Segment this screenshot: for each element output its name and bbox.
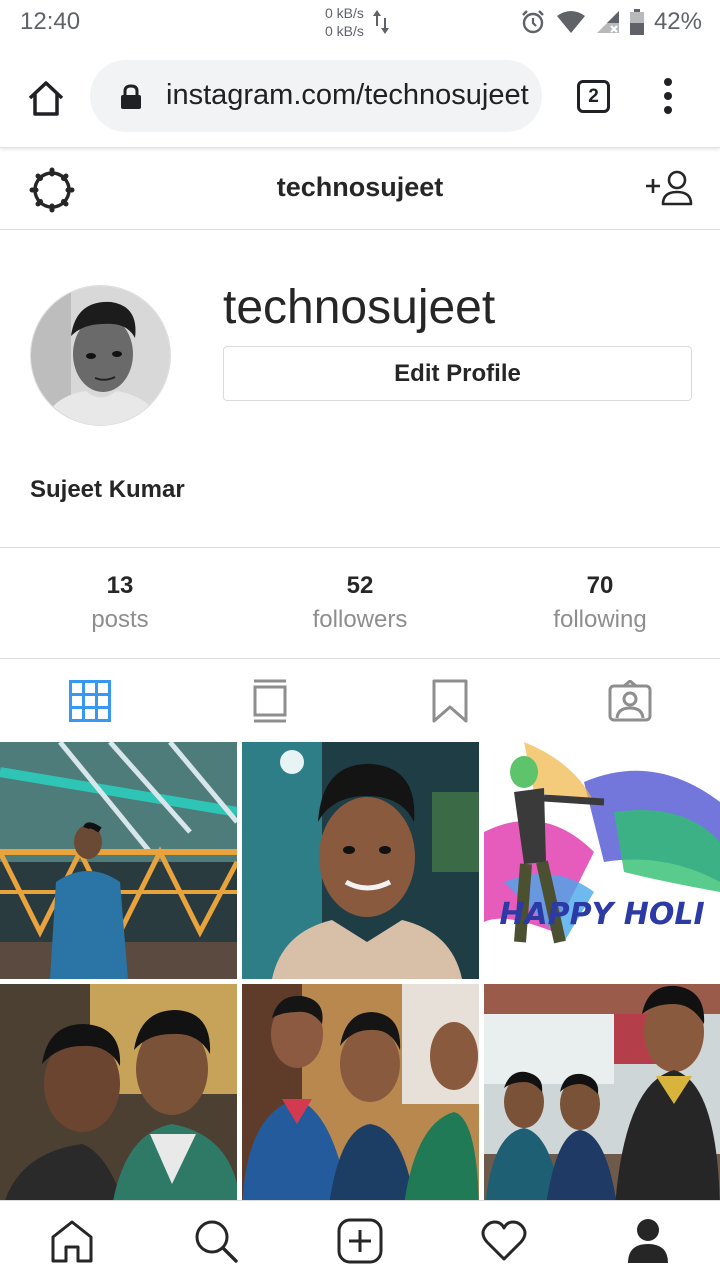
tab-switcher-button[interactable]: 2 — [577, 80, 610, 113]
avatar-photo — [31, 286, 170, 425]
tagged-icon — [608, 680, 652, 722]
grid-icon — [69, 680, 111, 722]
home-icon — [51, 1220, 93, 1262]
post-thumbnail[interactable] — [242, 984, 479, 1221]
profile-icon — [628, 1218, 668, 1263]
status-bar: 12:40 0 kB/s 0 kB/s 42% — [0, 0, 720, 44]
network-speed: 0 kB/s 0 kB/s — [325, 4, 364, 40]
new-post-icon — [337, 1218, 383, 1263]
header-username: technosujeet — [276, 172, 444, 202]
bottom-navigation — [0, 1200, 720, 1280]
followers-label: followers — [312, 606, 408, 633]
profile-full-name: Sujeet Kumar — [30, 476, 185, 503]
avatar[interactable] — [30, 285, 171, 426]
nav-new-post[interactable] — [288, 1201, 432, 1280]
nav-profile[interactable] — [576, 1201, 720, 1280]
tab-grid[interactable] — [0, 660, 180, 742]
battery-icon — [629, 9, 644, 35]
feed-icon — [253, 679, 287, 723]
profile-stats: 13 posts 52 followers 70 following — [0, 547, 720, 659]
profile-header-bar: technosujeet — [0, 150, 720, 230]
status-icons: 42% — [520, 6, 702, 38]
tab-feed[interactable] — [180, 660, 360, 742]
status-time: 12:40 — [20, 8, 81, 35]
following-label: following — [553, 606, 647, 633]
lock-icon — [121, 84, 141, 109]
address-bar[interactable]: instagram.com/technosujeet — [90, 60, 542, 132]
post-thumbnail[interactable] — [484, 984, 720, 1221]
browser-home-icon[interactable] — [24, 76, 68, 120]
posts-stat: 13 posts — [0, 548, 240, 658]
profile-view-tabs — [0, 660, 720, 742]
posts-label: posts — [91, 606, 149, 633]
post-thumbnail[interactable]: HAPPY HOLI — [484, 742, 720, 979]
post-thumbnail[interactable] — [242, 742, 479, 979]
holi-caption-text: HAPPY HOLI — [499, 897, 704, 932]
tab-saved[interactable] — [360, 660, 540, 742]
post-thumbnail[interactable] — [0, 742, 237, 979]
search-icon — [195, 1220, 238, 1263]
data-transfer-icon — [373, 10, 389, 34]
nav-home[interactable] — [0, 1201, 144, 1280]
wifi-icon — [556, 11, 585, 33]
alarm-icon — [522, 10, 544, 34]
posts-count: 13 — [106, 572, 134, 599]
url-text[interactable]: instagram.com/technosujeet — [166, 79, 530, 112]
nav-search[interactable] — [144, 1201, 288, 1280]
browser-toolbar: instagram.com/technosujeet 2 — [0, 44, 720, 148]
nav-activity[interactable] — [432, 1201, 576, 1280]
activity-heart-icon — [481, 1220, 527, 1260]
followers-stat[interactable]: 52 followers — [240, 548, 480, 658]
cell-signal-icon — [596, 11, 619, 33]
post-grid: HAPPY HOLI — [0, 742, 720, 1221]
overflow-menu-icon[interactable] — [660, 76, 676, 116]
following-stat[interactable]: 70 following — [480, 548, 720, 658]
followers-count: 52 — [346, 572, 374, 599]
add-user-icon[interactable] — [644, 168, 694, 208]
battery-percent: 42% — [653, 8, 702, 35]
edit-profile-button[interactable]: Edit Profile — [223, 346, 692, 401]
net-down-speed: 0 kB/s — [325, 23, 364, 39]
profile-username: technosujeet — [223, 281, 496, 334]
bookmark-icon — [432, 679, 468, 723]
post-thumbnail[interactable] — [0, 984, 237, 1221]
net-up-speed: 0 kB/s — [325, 5, 364, 21]
tab-tagged[interactable] — [540, 660, 720, 742]
following-count: 70 — [586, 572, 614, 599]
